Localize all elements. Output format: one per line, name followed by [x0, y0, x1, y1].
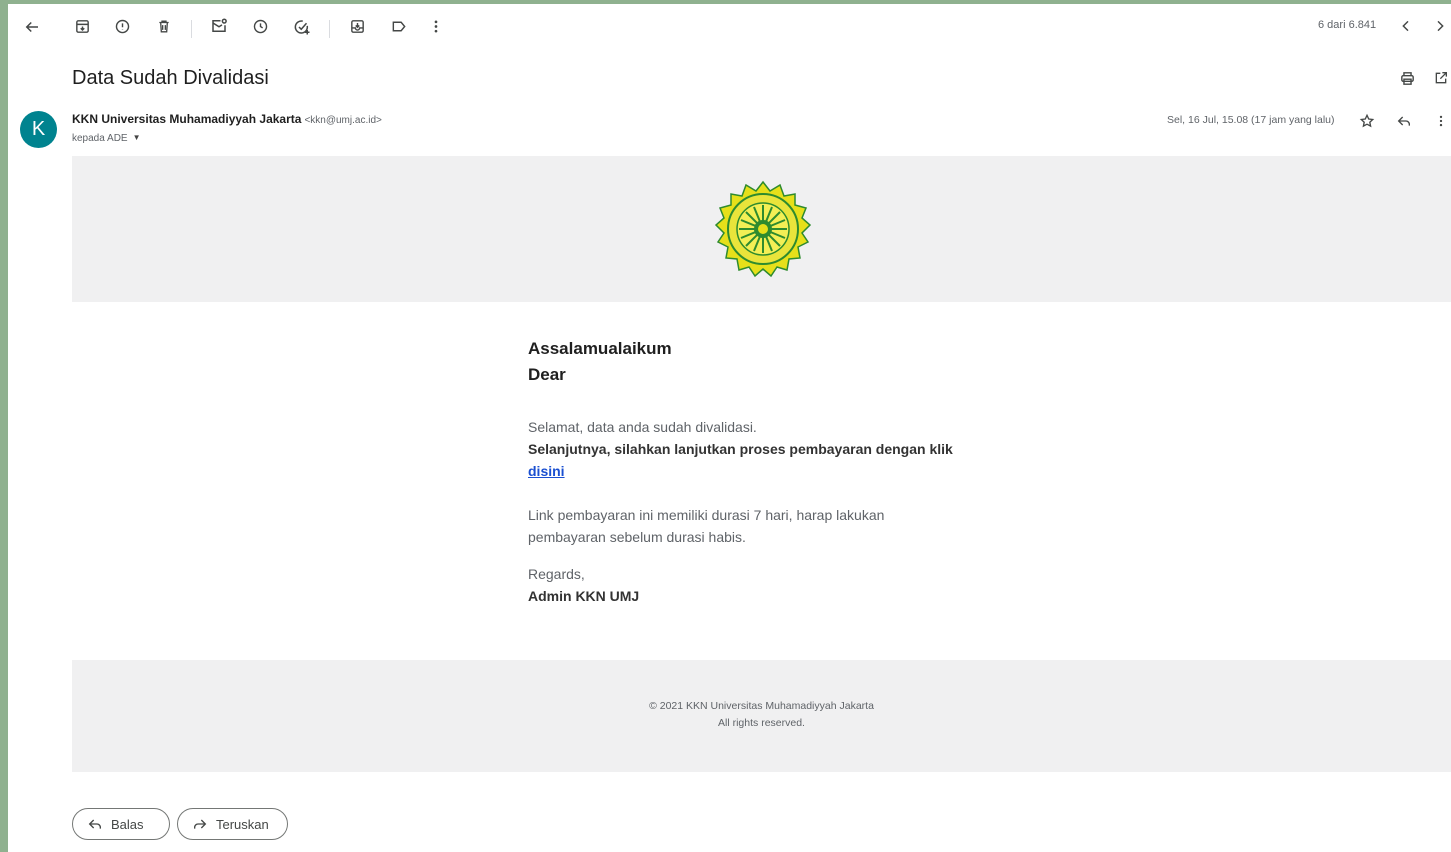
greeting-text: Assalamualaikum: [528, 339, 672, 358]
more-vert-icon[interactable]: [1434, 113, 1448, 129]
signature-text: Admin KKN UMJ: [528, 588, 640, 604]
open-new-window-icon[interactable]: [1433, 70, 1449, 86]
recipient-details-toggle[interactable]: kepada ADE ▼: [72, 133, 141, 144]
print-icon[interactable]: [1399, 70, 1416, 87]
label-icon[interactable]: [390, 18, 408, 35]
move-to-icon[interactable]: [349, 18, 366, 35]
sender-name[interactable]: KKN Universitas Muhamadiyyah Jakarta: [72, 112, 301, 126]
toolbar-divider: [329, 20, 330, 38]
email-date: Sel, 16 Jul, 15.08 (17 jam yang lalu): [1167, 114, 1335, 126]
footer-rights: All rights reserved.: [718, 717, 805, 729]
email-footer: © 2021 KKN Universitas Muhamadiyyah Jaka…: [72, 660, 1451, 772]
delete-icon[interactable]: [156, 18, 172, 35]
forward-button[interactable]: Teruskan: [177, 808, 288, 840]
footer-copyright: © 2021 KKN Universitas Muhamadiyyah Jaka…: [649, 700, 874, 712]
forward-label: Teruskan: [216, 816, 269, 832]
snooze-icon[interactable]: [252, 18, 269, 35]
email-body: Assalamualaikum Dear Selamat, data anda …: [528, 336, 1028, 607]
toolbar-divider: [191, 20, 192, 38]
pagination-count: 6 dari 6.841: [1318, 19, 1377, 31]
university-seal-logo: [713, 179, 813, 279]
reply-label: Balas: [111, 816, 144, 832]
email-view: 6 dari 6.841 Data Sudah Divalidasi K KKN…: [8, 4, 1451, 852]
add-task-icon[interactable]: [293, 18, 311, 36]
reply-icon[interactable]: [1396, 113, 1412, 129]
mark-unread-icon[interactable]: [210, 17, 228, 35]
star-icon[interactable]: [1359, 113, 1375, 129]
back-arrow-icon[interactable]: [23, 18, 41, 36]
archive-icon[interactable]: [74, 18, 91, 35]
reply-button[interactable]: Balas: [72, 808, 170, 840]
regards-text: Regards,: [528, 566, 585, 582]
payment-duration-line2: pembayaran sebelum durasi habis.: [528, 529, 746, 545]
chevron-right-icon[interactable]: [1432, 18, 1448, 34]
payment-instruction: Selanjutnya, silahkan lanjutkan proses p…: [528, 441, 953, 457]
more-vert-icon[interactable]: [428, 18, 444, 35]
sender-address: <kkn@umj.ac.id>: [304, 115, 382, 126]
email-subject: Data Sudah Divalidasi: [72, 67, 269, 89]
report-spam-icon[interactable]: [114, 18, 131, 35]
chevron-left-icon[interactable]: [1398, 18, 1414, 34]
recipient-label: kepada ADE: [72, 133, 128, 144]
dear-text: Dear: [528, 365, 566, 384]
payment-duration-line1: Link pembayaran ini memiliki durasi 7 ha…: [528, 507, 885, 523]
sender-avatar[interactable]: K: [20, 111, 57, 148]
caret-down-icon: ▼: [132, 133, 141, 142]
forward-icon: [192, 816, 208, 832]
payment-link[interactable]: disini: [528, 463, 565, 479]
sender-info: KKN Universitas Muhamadiyyah Jakarta <kkn…: [72, 112, 382, 126]
reply-icon: [87, 816, 103, 832]
validation-message: Selamat, data anda sudah divalidasi.: [528, 419, 757, 435]
